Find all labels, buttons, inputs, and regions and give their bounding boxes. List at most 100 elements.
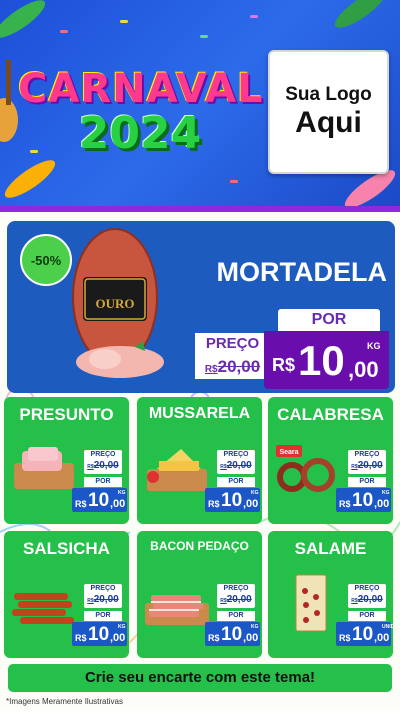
confetti [120, 20, 128, 23]
product-name: SALSICHA [23, 539, 110, 558]
logo-placeholder[interactable]: Sua Logo Aqui [268, 50, 389, 174]
por-label: POR [84, 611, 122, 621]
confetti [60, 30, 68, 33]
price-integer: 10 [88, 490, 110, 511]
price-unit: UNID [382, 624, 393, 630]
currency: R$ [208, 633, 220, 643]
product-card-presunto[interactable]: PRESUNTO PREÇO R$20,00 POR R$ 10 ,00 KG [4, 397, 129, 524]
price-integer: 10 [221, 624, 243, 645]
preco-label: PREÇO [223, 585, 249, 592]
product-card-calabresa[interactable]: CALABRESA Seara PREÇO R$20,00 POR R$ 10 … [268, 397, 393, 524]
old-price-box: PREÇO R$20,00 [84, 584, 122, 608]
price-integer: 10 [88, 624, 110, 645]
price-unit: KG [382, 490, 390, 496]
preco-label: PREÇO [223, 451, 249, 458]
por-label: POR [217, 477, 255, 487]
product-name: PRESUNTO [19, 405, 114, 424]
product-image [12, 593, 74, 624]
currency: R$ [75, 633, 87, 643]
new-price: R$ 10 ,00 KG [72, 488, 127, 512]
featured-new-price: R$ 10 ,00 KG [264, 331, 389, 389]
price-unit: KG [251, 490, 259, 496]
featured-price-unit: KG [367, 341, 381, 351]
currency: R$ [339, 633, 351, 643]
price-integer: 10 [352, 490, 374, 511]
currency: R$ [208, 499, 220, 509]
carnaval-title: CARNAVAL [18, 66, 264, 112]
product-card-salsicha[interactable]: SALSICHA PREÇO R$20,00 POR R$ 10 ,00 KG [4, 531, 129, 658]
product-card-salame[interactable]: SALAME PREÇO R$20,00 POR R$ 10 ,00 UNID [268, 531, 393, 658]
new-price: R$ 10 ,00 KG [336, 488, 391, 512]
product-card-bacon-peda-o[interactable]: BACON PEDAÇO PREÇO R$20,00 POR R$ 10 ,00… [137, 531, 262, 658]
confetti [230, 180, 238, 183]
old-price-box: PREÇO R$20,00 [348, 584, 386, 608]
leaf-decoration [0, 0, 50, 44]
mortadela-image: OURO [72, 228, 164, 378]
price-unit: KG [118, 490, 126, 496]
featured-preco-label: PREÇO [205, 335, 260, 352]
disclaimer-note: *Imagens Meramente Ilustrativas [6, 697, 123, 706]
product-image [295, 574, 327, 632]
featured-price-integer: 10 [298, 337, 345, 384]
guitar-icon [0, 60, 18, 142]
product-image: Seara [276, 445, 335, 492]
new-price: R$ 10 ,00 UNID [336, 622, 393, 646]
old-price: R$20,00 [351, 460, 383, 471]
currency: R$ [339, 499, 351, 509]
por-label: POR [217, 611, 255, 621]
price-integer: 10 [352, 624, 374, 645]
por-label: POR [348, 477, 386, 487]
logo-text-line1: Sua Logo [285, 84, 372, 105]
product-image [147, 449, 207, 491]
price-cents: ,00 [243, 632, 259, 644]
featured-price-cents: ,00 [348, 357, 379, 382]
preco-label: PREÇO [354, 451, 380, 458]
preco-label: PREÇO [90, 451, 116, 458]
old-price: R$20,00 [87, 594, 119, 605]
product-image [145, 595, 209, 625]
product-name: MUSSARELA [148, 405, 251, 422]
price-cents: ,00 [374, 498, 390, 510]
old-price: R$20,00 [220, 460, 252, 471]
product-image [14, 447, 74, 489]
preco-label: PREÇO [354, 585, 380, 592]
brand-label: Seara [279, 449, 298, 456]
year-title: 2024 [78, 108, 202, 159]
price-cents: ,00 [243, 498, 259, 510]
price-cents: ,00 [110, 498, 126, 510]
product-card-mussarela[interactable]: MUSSARELA PREÇO R$20,00 POR R$ 10 ,00 KG [137, 397, 262, 524]
price-cents: ,00 [110, 632, 126, 644]
price-unit: KG [118, 624, 126, 630]
price-unit: KG [251, 624, 259, 630]
featured-old-price-box: PREÇO R$20,00 [195, 333, 270, 379]
cta-banner[interactable]: Crie seu encarte com este tema! [8, 664, 392, 692]
new-price: R$ 10 ,00 KG [205, 622, 260, 646]
old-price-box: PREÇO R$20,00 [84, 450, 122, 474]
featured-currency: R$ [272, 355, 296, 375]
logo-text-line2: Aqui [295, 106, 362, 139]
product-name: CALABRESA [277, 405, 384, 424]
currency: R$ [75, 499, 87, 509]
leaf-decoration [330, 0, 390, 34]
new-price: R$ 10 ,00 KG [72, 622, 127, 646]
confetti [250, 15, 258, 18]
old-price-box: PREÇO R$20,00 [348, 450, 386, 474]
featured-product-name: MORTADELA [216, 257, 387, 287]
featured-old-price: R$20,00 [204, 357, 261, 376]
por-label: POR [84, 477, 122, 487]
confetti [30, 150, 38, 153]
por-label: POR [348, 611, 386, 621]
old-price: R$20,00 [351, 594, 383, 605]
old-price-box: PREÇO R$20,00 [217, 584, 255, 608]
confetti [200, 35, 208, 38]
product-name: SALAME [294, 539, 367, 558]
leaf-decoration [0, 154, 60, 204]
price-integer: 10 [221, 490, 243, 511]
old-price: R$20,00 [220, 594, 252, 605]
carnival-header-banner: CARNAVAL 2024 Sua Logo Aqui [0, 0, 400, 212]
featured-por-label: POR [278, 309, 380, 331]
mortadela-brand-label: OURO [96, 296, 135, 311]
old-price-box: PREÇO R$20,00 [217, 450, 255, 474]
price-cents: ,00 [374, 632, 390, 644]
old-price: R$20,00 [87, 460, 119, 471]
